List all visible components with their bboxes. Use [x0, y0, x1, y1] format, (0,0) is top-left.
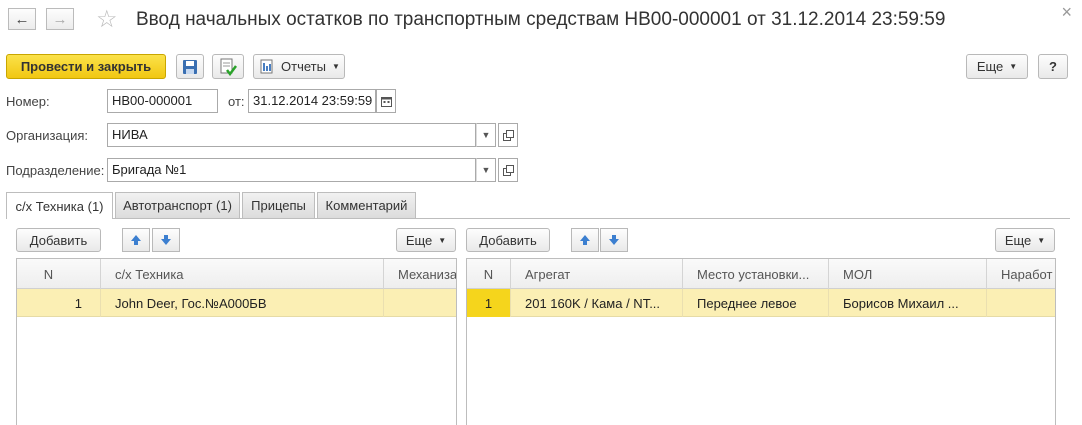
column-header-mechanization[interactable]: Механиза — [384, 259, 456, 289]
department-field[interactable]: Бригада №1 — [107, 158, 476, 182]
department-dropdown[interactable]: ▼ — [476, 158, 496, 182]
organization-open-button[interactable] — [498, 123, 518, 147]
left-more-button[interactable]: Еще ▼ — [396, 228, 456, 252]
left-move-down-button[interactable] — [152, 228, 180, 252]
dropdown-arrow-icon: ▼ — [331, 62, 340, 71]
cell-machinery: John Deer, Гос.№А000БВ — [101, 289, 384, 317]
cell-mechanization — [384, 289, 456, 317]
page-title: Ввод начальных остатков по транспортным … — [136, 9, 946, 30]
column-header-n[interactable]: N — [467, 259, 511, 289]
post-and-close-button[interactable]: Провести и закрыть — [6, 54, 166, 79]
column-header-operating-time[interactable]: Наработ — [987, 259, 1055, 289]
cell-mol: Борисов Михаил ... — [829, 289, 987, 317]
number-label: Номер: — [6, 94, 50, 109]
cell-operating-time — [987, 289, 1055, 317]
tab-trailers[interactable]: Прицепы — [242, 192, 315, 218]
column-header-mol[interactable]: МОЛ — [829, 259, 987, 289]
department-label: Подразделение: — [6, 163, 105, 178]
machinery-table[interactable]: N с/х Техника Механиза 1 John Deer, Гос.… — [16, 258, 457, 425]
dropdown-arrow-icon: ▼ — [1009, 62, 1018, 71]
save-button[interactable] — [176, 54, 204, 79]
left-add-button[interactable]: Добавить — [16, 228, 101, 252]
cell-install-place: Переднее левое — [683, 289, 829, 317]
report-icon — [260, 59, 273, 74]
department-open-button[interactable] — [498, 158, 518, 182]
left-move-up-button[interactable] — [122, 228, 150, 252]
more-button[interactable]: Еще ▼ — [966, 54, 1028, 79]
arrow-up-icon — [580, 235, 590, 245]
table-row[interactable]: 1 201 160K / Кама / NT... Переднее левое… — [467, 289, 1055, 317]
arrow-right-icon: → — [52, 10, 68, 28]
favorite-star-icon[interactable]: ☆ — [96, 5, 118, 34]
right-more-button[interactable]: Еще ▼ — [995, 228, 1055, 252]
dropdown-arrow-icon: ▼ — [481, 130, 491, 140]
column-header-install-place[interactable]: Место установки... — [683, 259, 829, 289]
open-link-icon — [502, 164, 514, 176]
dropdown-arrow-icon: ▼ — [438, 235, 447, 245]
column-header-machinery[interactable]: с/х Техника — [101, 259, 384, 289]
organization-label: Организация: — [6, 128, 89, 143]
date-label: от: — [228, 94, 245, 109]
reports-button[interactable]: Отчеты ▼ — [253, 54, 345, 79]
open-link-icon — [502, 129, 514, 141]
date-field[interactable]: 31.12.2014 23:59:59 — [248, 89, 376, 113]
right-move-up-button[interactable] — [571, 228, 599, 252]
cell-n: 1 — [17, 289, 101, 317]
organization-field[interactable]: НИВА — [107, 123, 476, 147]
table-header: N с/х Техника Механиза — [17, 259, 456, 289]
post-document-icon — [220, 58, 237, 76]
back-button[interactable]: ← — [8, 8, 36, 30]
arrow-up-icon — [131, 235, 141, 245]
table-row[interactable]: 1 John Deer, Гос.№А000БВ — [17, 289, 456, 317]
arrow-down-icon — [161, 235, 171, 245]
units-table[interactable]: N Агрегат Место установки... МОЛ Наработ… — [466, 258, 1056, 425]
close-icon[interactable]: × — [1061, 2, 1072, 23]
column-header-unit[interactable]: Агрегат — [511, 259, 683, 289]
help-button[interactable]: ? — [1038, 54, 1068, 79]
cell-n: 1 — [467, 289, 511, 317]
column-header-n[interactable]: N — [17, 259, 101, 289]
right-add-button[interactable]: Добавить — [466, 228, 550, 252]
calendar-button[interactable] — [376, 89, 396, 113]
forward-button[interactable]: → — [46, 8, 74, 30]
organization-dropdown[interactable]: ▼ — [476, 123, 496, 147]
dropdown-arrow-icon: ▼ — [481, 165, 491, 175]
tab-motor-transport[interactable]: Автотранспорт (1) — [115, 192, 240, 218]
right-move-down-button[interactable] — [600, 228, 628, 252]
dropdown-arrow-icon: ▼ — [1037, 235, 1046, 245]
tab-agri-machinery[interactable]: с/х Техника (1) — [6, 192, 113, 219]
floppy-disk-icon — [183, 59, 197, 74]
number-field[interactable]: НВ00-000001 — [107, 89, 218, 113]
cell-unit: 201 160K / Кама / NT... — [511, 289, 683, 317]
arrow-down-icon — [609, 235, 619, 245]
arrow-left-icon: ← — [14, 10, 30, 28]
tab-comment[interactable]: Комментарий — [317, 192, 416, 218]
calendar-icon — [380, 96, 392, 107]
table-header: N Агрегат Место установки... МОЛ Наработ — [467, 259, 1055, 289]
post-button[interactable] — [212, 54, 244, 79]
